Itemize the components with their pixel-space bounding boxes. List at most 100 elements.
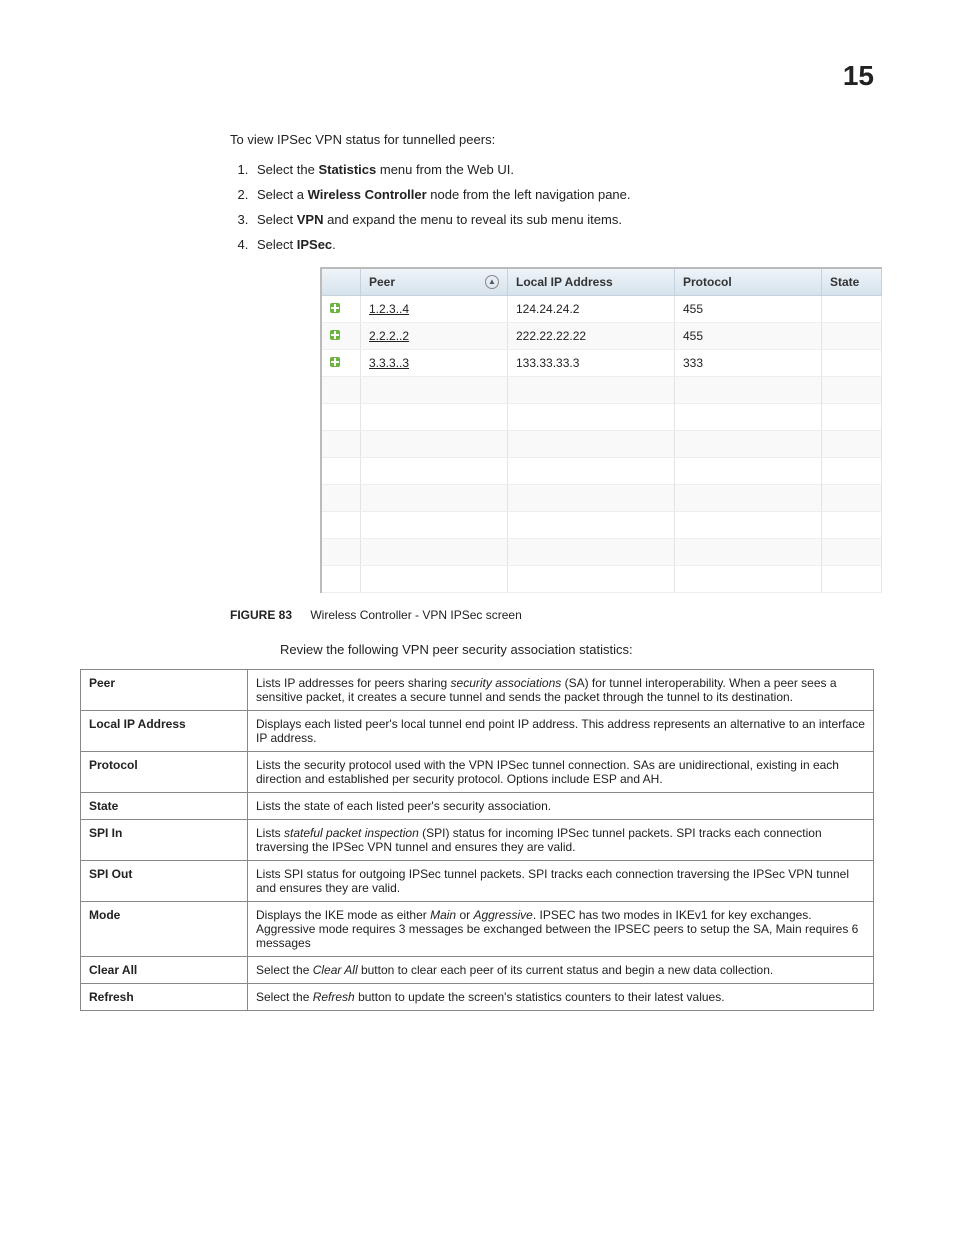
table-row (322, 512, 882, 539)
definition-row: Protocol Lists the security protocol used… (81, 752, 874, 793)
plus-icon[interactable] (330, 303, 340, 313)
definition-desc: Displays each listed peer's local tunnel… (248, 711, 874, 752)
italic-text: Clear All (313, 963, 358, 977)
definition-desc: Lists stateful packet inspection (SPI) s… (248, 820, 874, 861)
cell-protocol: 455 (675, 296, 822, 323)
italic-text: stateful packet inspection (284, 826, 419, 840)
steps-list: Select the Statistics menu from the Web … (230, 162, 874, 252)
step-item: Select VPN and expand the menu to reveal… (252, 212, 874, 227)
header-state[interactable]: State (822, 269, 882, 296)
sort-asc-icon[interactable]: ▲ (485, 275, 499, 289)
step-bold: Wireless Controller (308, 187, 427, 202)
step-prefix: Select the (257, 162, 318, 177)
cell-local-ip: 222.22.22.22 (508, 323, 675, 350)
step-item: Select a Wireless Controller node from t… (252, 187, 874, 202)
definition-desc: Select the Clear All button to clear eac… (248, 957, 874, 984)
definition-term: SPI In (81, 820, 248, 861)
desc-text: Lists IP addresses for peers sharing (256, 676, 451, 690)
definition-desc: Select the Refresh button to update the … (248, 984, 874, 1011)
definition-row: PeerLists IP addresses for peers sharing… (81, 670, 874, 711)
step-bold: IPSec (297, 237, 332, 252)
plus-icon[interactable] (330, 330, 340, 340)
desc-text: Lists the security protocol used with th… (256, 758, 839, 786)
definition-term: Mode (81, 902, 248, 957)
definition-row: SPI InLists stateful packet inspection (… (81, 820, 874, 861)
header-icon-col[interactable] (322, 269, 361, 296)
step-prefix: Select (257, 212, 297, 227)
figure-label: FIGURE 83 (230, 608, 292, 622)
table-row (322, 377, 882, 404)
definition-term: Refresh (81, 984, 248, 1011)
step-bold: VPN (297, 212, 324, 227)
definition-desc: Lists IP addresses for peers sharing sec… (248, 670, 874, 711)
ipsec-screenshot: Peer ▲ Local IP Address Protocol State 1… (320, 267, 882, 593)
table-row (322, 566, 882, 593)
step-item: Select IPSec. (252, 237, 874, 252)
desc-text: Displays the IKE mode as either (256, 908, 430, 922)
plus-icon[interactable] (330, 357, 340, 367)
row-expand-icon-cell[interactable] (322, 323, 361, 350)
step-suffix: menu from the Web UI. (376, 162, 514, 177)
table-row[interactable]: 2.2.2..2 222.22.22.22 455 (322, 323, 882, 350)
header-local-ip[interactable]: Local IP Address (508, 269, 675, 296)
desc-text: Lists the state of each listed peer's se… (256, 799, 551, 813)
desc-text: Select the (256, 990, 313, 1004)
cell-state (822, 323, 882, 350)
definition-row: Local IP Address Displays each listed pee… (81, 711, 874, 752)
definition-desc: Lists the security protocol used with th… (248, 752, 874, 793)
definition-desc: Lists the state of each listed peer's se… (248, 793, 874, 820)
row-expand-icon-cell[interactable] (322, 296, 361, 323)
desc-text: button to clear each peer of its current… (358, 963, 774, 977)
table-row[interactable]: 3.3.3..3 133.33.33.3 333 (322, 350, 882, 377)
peer-link[interactable]: 3.3.3..3 (369, 356, 409, 370)
ipsec-table-body: 1.2.3..4 124.24.24.2 455 2.2.2..2 222.22… (322, 296, 882, 593)
figure-caption-text: Wireless Controller - VPN IPSec screen (310, 608, 521, 622)
definition-desc: Lists SPI status for outgoing IPSec tunn… (248, 861, 874, 902)
definition-row: State Lists the state of each listed peer… (81, 793, 874, 820)
step-suffix: and expand the menu to reveal its sub me… (323, 212, 621, 227)
step-suffix: node from the left navigation pane. (427, 187, 631, 202)
cell-local-ip: 133.33.33.3 (508, 350, 675, 377)
cell-local-ip: 124.24.24.2 (508, 296, 675, 323)
definition-term: Protocol (81, 752, 248, 793)
peer-link[interactable]: 1.2.3..4 (369, 302, 409, 316)
definition-row: Clear AllSelect the Clear All button to … (81, 957, 874, 984)
step-bold: Statistics (318, 162, 376, 177)
definition-row: SPI Out Lists SPI status for outgoing IPS… (81, 861, 874, 902)
header-peer-label: Peer (369, 275, 395, 289)
step-item: Select the Statistics menu from the Web … (252, 162, 874, 177)
step-prefix: Select (257, 237, 297, 252)
page-number: 15 (80, 60, 874, 92)
definition-desc: Displays the IKE mode as either Main or … (248, 902, 874, 957)
definition-term: Clear All (81, 957, 248, 984)
header-protocol[interactable]: Protocol (675, 269, 822, 296)
table-row[interactable]: 1.2.3..4 124.24.24.2 455 (322, 296, 882, 323)
desc-text: Lists (256, 826, 284, 840)
italic-text: Main (430, 908, 456, 922)
row-expand-icon-cell[interactable] (322, 350, 361, 377)
definition-row: ModeDisplays the IKE mode as either Main… (81, 902, 874, 957)
cell-protocol: 455 (675, 323, 822, 350)
italic-text: security associations (451, 676, 562, 690)
intro-text: To view IPSec VPN status for tunnelled p… (230, 132, 874, 147)
cell-peer[interactable]: 1.2.3..4 (361, 296, 508, 323)
definition-term: Local IP Address (81, 711, 248, 752)
definition-term: State (81, 793, 248, 820)
ipsec-table: Peer ▲ Local IP Address Protocol State 1… (322, 269, 882, 593)
cell-peer[interactable]: 3.3.3..3 (361, 350, 508, 377)
figure-caption: FIGURE 83 Wireless Controller - VPN IPSe… (230, 608, 874, 622)
desc-text: Select the (256, 963, 313, 977)
definition-term: SPI Out (81, 861, 248, 902)
cell-state (822, 350, 882, 377)
table-row (322, 539, 882, 566)
review-intro: Review the following VPN peer security a… (280, 642, 874, 657)
desc-text: Lists SPI status for outgoing IPSec tunn… (256, 867, 849, 895)
header-peer[interactable]: Peer ▲ (361, 269, 508, 296)
desc-text: or (456, 908, 473, 922)
peer-link[interactable]: 2.2.2..2 (369, 329, 409, 343)
cell-state (822, 296, 882, 323)
italic-text: Aggressive (473, 908, 532, 922)
table-row (322, 485, 882, 512)
cell-peer[interactable]: 2.2.2..2 (361, 323, 508, 350)
desc-text: Displays each listed peer's local tunnel… (256, 717, 865, 745)
